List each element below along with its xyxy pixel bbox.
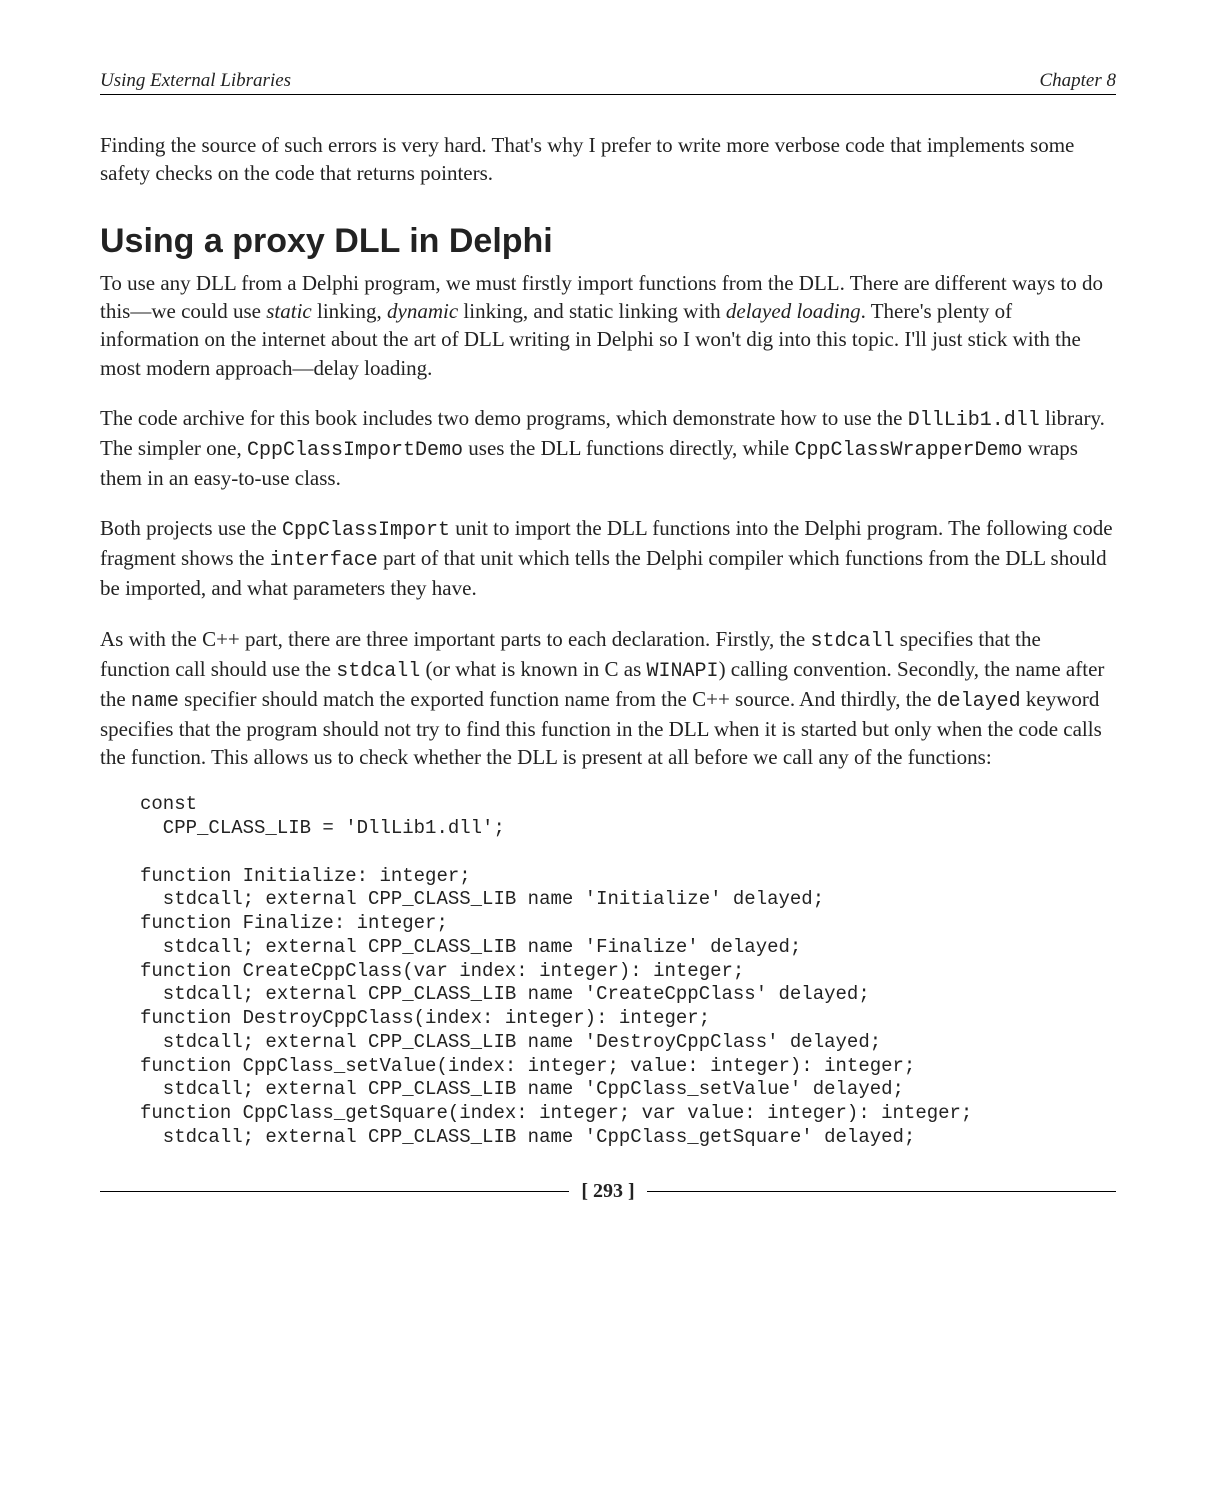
text: specifier should match the exported func… (179, 687, 937, 711)
footer-rule-left (100, 1191, 569, 1192)
page-number: [ 293 ] (581, 1180, 634, 1203)
page-footer: [ 293 ] (100, 1180, 1116, 1203)
code-name: name (131, 690, 179, 713)
code-dlllib1: DllLib1.dll (908, 409, 1040, 432)
text: uses the DLL functions directly, while (463, 436, 794, 460)
code-cppclassimportdemo: CppClassImportDemo (247, 439, 463, 462)
text: Both projects use the (100, 516, 282, 540)
text: The code archive for this book includes … (100, 406, 908, 430)
header-right: Chapter 8 (1039, 70, 1116, 94)
code-stdcall2: stdcall (336, 660, 420, 683)
em-delayed-loading: delayed loading (726, 299, 861, 323)
code-block: const CPP_CLASS_LIB = 'DllLib1.dll'; fun… (140, 793, 1116, 1149)
paragraph-2: The code archive for this book includes … (100, 404, 1116, 492)
em-static: static (266, 299, 312, 323)
code-interface: interface (270, 549, 378, 572)
text: linking, and static linking with (458, 299, 726, 323)
text: As with the C++ part, there are three im… (100, 627, 810, 651)
text: (or what is known in C as (420, 657, 646, 681)
paragraph-3: Both projects use the CppClassImport uni… (100, 514, 1116, 602)
code-winapi: WINAPI (647, 660, 719, 683)
section-heading: Using a proxy DLL in Delphi (100, 222, 1116, 261)
paragraph-1: To use any DLL from a Delphi program, we… (100, 269, 1116, 382)
text: linking, (312, 299, 387, 323)
code-cppclasswrapperdemo: CppClassWrapperDemo (794, 439, 1022, 462)
header-left: Using External Libraries (100, 70, 291, 94)
code-stdcall: stdcall (810, 630, 894, 653)
footer-rule-right (647, 1191, 1116, 1192)
em-dynamic: dynamic (387, 299, 458, 323)
code-delayed: delayed (937, 690, 1021, 713)
intro-paragraph: Finding the source of such errors is ver… (100, 131, 1116, 188)
code-cppclassimport: CppClassImport (282, 519, 450, 542)
paragraph-4: As with the C++ part, there are three im… (100, 625, 1116, 772)
page: Using External Libraries Chapter 8 Findi… (0, 0, 1216, 1253)
running-header: Using External Libraries Chapter 8 (100, 70, 1116, 95)
